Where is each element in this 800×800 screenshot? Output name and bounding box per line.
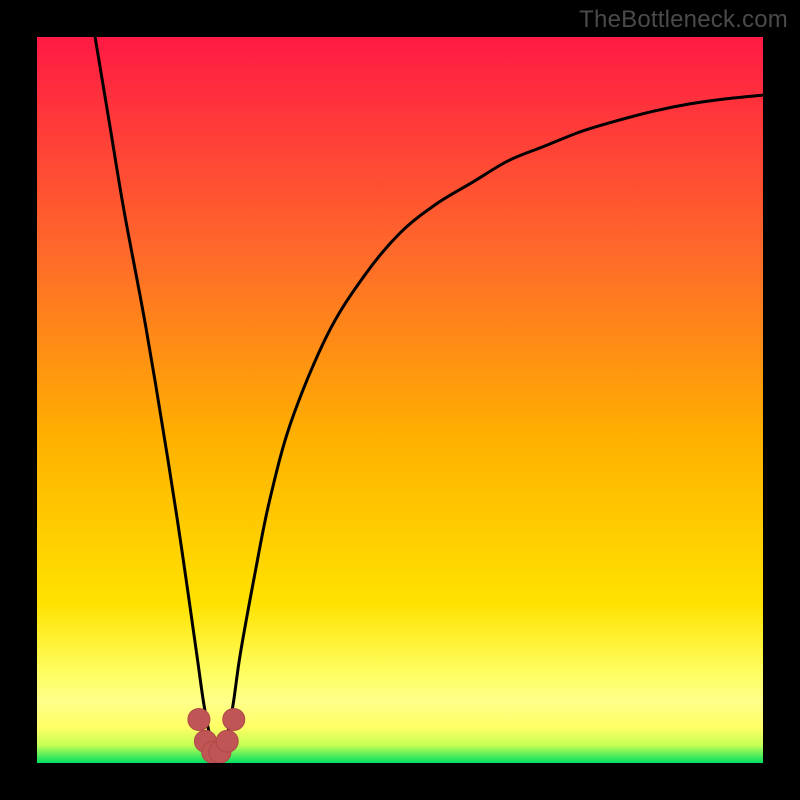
curve-marker: [216, 730, 238, 752]
bottleneck-chart: [37, 37, 763, 763]
curve-marker: [188, 708, 210, 730]
curve-marker: [223, 708, 245, 730]
plot-area: [37, 37, 763, 763]
watermark-text: TheBottleneck.com: [579, 6, 788, 34]
chart-frame: TheBottleneck.com: [0, 0, 800, 800]
gradient-background: [37, 37, 763, 763]
